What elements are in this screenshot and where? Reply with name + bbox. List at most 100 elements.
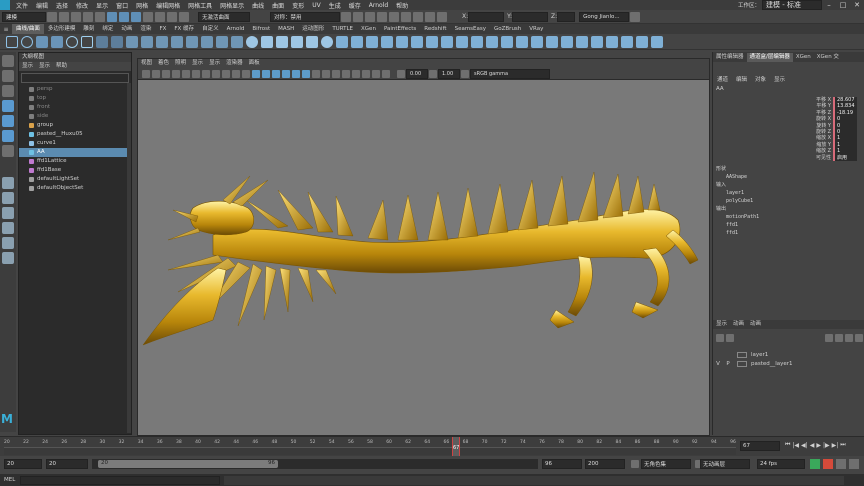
shelf-tab[interactable]: 渲染 — [136, 24, 155, 34]
menu-item[interactable]: 网格 — [132, 1, 152, 10]
intersect-icon[interactable] — [455, 35, 468, 48]
outliner-item[interactable]: pasted__Huxu05 — [19, 130, 131, 139]
layer-color-swatch[interactable] — [737, 360, 747, 367]
trim-icon[interactable] — [485, 35, 498, 48]
tab-xgen-interactive[interactable]: XGen 交 — [814, 53, 842, 62]
bend-icon[interactable] — [635, 35, 648, 48]
shelf-tab[interactable]: XGen — [357, 24, 380, 34]
add-points-icon[interactable] — [215, 35, 228, 48]
layer-name[interactable]: pasted__layer1 — [751, 361, 793, 367]
menu-item[interactable]: 网格工具 — [184, 1, 216, 10]
shelf-tab[interactable]: FX 缓存 — [170, 24, 198, 34]
vp-menu-show[interactable]: 显示 — [189, 59, 206, 68]
layer-color-swatch[interactable] — [737, 351, 747, 358]
auto-key-icon[interactable] — [810, 459, 820, 469]
ambient-occlusion-icon[interactable] — [312, 69, 320, 78]
layer-row[interactable]: layer1 — [713, 350, 864, 359]
project-curve-icon[interactable] — [470, 35, 483, 48]
offset-curve-icon[interactable] — [185, 35, 198, 48]
motion-blur-icon[interactable] — [322, 69, 330, 78]
multisample-icon[interactable] — [332, 69, 340, 78]
script-icon[interactable] — [437, 11, 447, 22]
arc-icon[interactable] — [50, 35, 63, 48]
shelf-tab[interactable]: 动画 — [117, 24, 136, 34]
layer-up-icon[interactable] — [845, 334, 853, 342]
untrim-icon[interactable] — [500, 35, 513, 48]
grid-icon[interactable] — [182, 69, 190, 78]
cv-curve-icon[interactable] — [5, 35, 18, 48]
bevel-plus-icon[interactable] — [410, 35, 423, 48]
rebuild-curve-icon[interactable] — [200, 35, 213, 48]
light-editor-icon[interactable] — [401, 11, 411, 22]
outliner-menu-display[interactable]: 显示 — [19, 62, 36, 71]
wire-on-shaded-icon[interactable] — [272, 69, 280, 78]
cube-icon[interactable] — [260, 35, 273, 48]
inputs-item[interactable]: polyCube1 — [716, 197, 864, 205]
snap-curve-icon[interactable] — [155, 11, 165, 22]
input-line-icon[interactable] — [425, 11, 435, 22]
object-name[interactable]: AA — [713, 86, 864, 94]
surface-edit-icon[interactable] — [620, 35, 633, 48]
vp-menu-show2[interactable]: 显示 — [206, 59, 223, 68]
wireframe-icon[interactable] — [252, 69, 260, 78]
shelf-tab[interactable]: 运动图形 — [298, 24, 328, 34]
color-management-icon[interactable] — [461, 69, 469, 78]
menu-item[interactable]: 编辑网格 — [152, 1, 184, 10]
shelf-tab[interactable]: VRay — [525, 24, 547, 34]
sphere-icon[interactable] — [245, 35, 258, 48]
anim-prefs-icon[interactable] — [836, 459, 846, 469]
menu-item[interactable]: Arnold — [365, 2, 392, 9]
xray-joints-icon[interactable] — [372, 69, 380, 78]
vp-menu-view[interactable]: 视图 — [138, 59, 155, 68]
film-gate-icon[interactable] — [192, 69, 200, 78]
key-icon[interactable] — [823, 459, 833, 469]
outliner-item[interactable]: ffd1Lattice — [19, 157, 131, 166]
step-forward-icon[interactable]: |▶ — [822, 442, 831, 449]
cylinder-icon[interactable] — [275, 35, 288, 48]
use-all-lights-icon[interactable] — [292, 69, 300, 78]
safe-title-icon[interactable] — [242, 69, 250, 78]
minimize-icon[interactable]: – — [822, 1, 836, 9]
exposure-field[interactable]: 0.00 — [406, 68, 428, 79]
new-layer-icon[interactable] — [825, 334, 833, 342]
fps-dropdown[interactable]: 24 fps — [757, 459, 805, 469]
shadows-icon[interactable] — [302, 69, 310, 78]
gate-mask-icon[interactable] — [212, 69, 220, 78]
detach-surfaces-icon[interactable] — [530, 35, 543, 48]
viewport-panel[interactable]: 视图 着色 照明 显示 显示 渲染器 面板 0.00 1.00 sRGB gam… — [137, 58, 710, 436]
x-field[interactable] — [468, 11, 505, 22]
outputs-item[interactable]: motionPath1 — [716, 213, 864, 221]
vp-menu-renderer[interactable]: 渲染器 — [223, 59, 246, 68]
safe-action-icon[interactable] — [232, 69, 240, 78]
text-icon[interactable] — [110, 35, 123, 48]
menu-item[interactable]: 文件 — [12, 1, 32, 10]
pencil-curve-icon[interactable] — [35, 35, 48, 48]
goto-end-icon[interactable]: ⏭ — [839, 441, 846, 449]
colorspace-dropdown[interactable]: sRGB gamma — [470, 68, 550, 79]
shelf-tab[interactable]: FX — [155, 24, 170, 34]
char-key-icon[interactable] — [849, 459, 859, 469]
user-dropdown[interactable]: Gong Jianlo... — [579, 11, 630, 22]
menu-item[interactable]: 曲面 — [268, 1, 288, 10]
camera-attr-icon[interactable] — [152, 69, 160, 78]
menu-item[interactable]: 选择 — [52, 1, 72, 10]
z-field[interactable] — [557, 11, 576, 22]
symmetry-dropdown[interactable]: 对称：禁用 — [270, 11, 340, 22]
anim-start-field[interactable]: 20 — [4, 459, 42, 469]
gear-icon[interactable] — [630, 11, 641, 22]
lasso-tool-icon[interactable] — [2, 70, 14, 82]
attribute-toggle-icon[interactable] — [413, 11, 423, 22]
outliner-search-input[interactable] — [21, 73, 129, 83]
layer-name[interactable]: layer1 — [751, 352, 768, 358]
select-tool-icon[interactable] — [2, 55, 14, 67]
layout-two-icon[interactable] — [2, 207, 14, 219]
layout-single-icon[interactable] — [2, 177, 14, 189]
extend-curve-icon[interactable] — [170, 35, 183, 48]
cone-icon[interactable] — [290, 35, 303, 48]
layer-tab-display[interactable]: 显示 — [713, 320, 730, 329]
menu-item[interactable]: 曲线 — [248, 1, 268, 10]
shelf-tab[interactable]: TURTLE — [328, 24, 357, 34]
shelf-tab[interactable]: 雕刻 — [79, 24, 98, 34]
menu-item[interactable]: 编辑 — [32, 1, 52, 10]
insert-isoparm-icon[interactable] — [560, 35, 573, 48]
